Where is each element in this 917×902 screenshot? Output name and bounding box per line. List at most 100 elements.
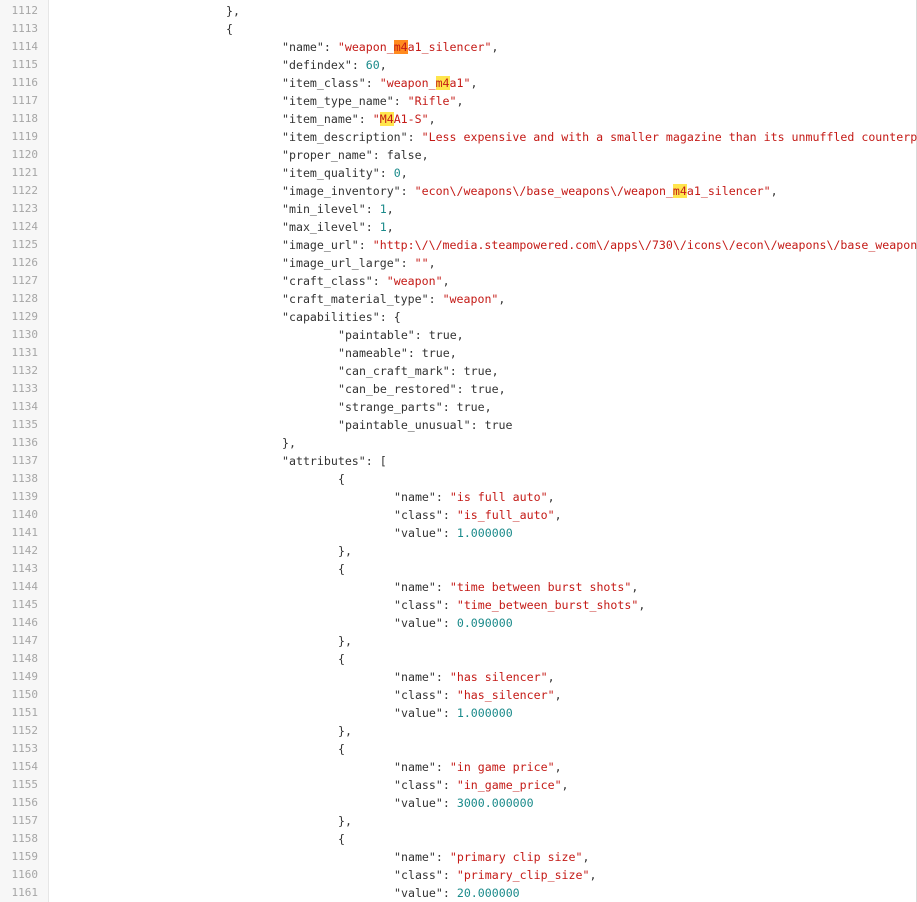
code-line[interactable]: 1161 "value": 20.000000 [0,884,917,902]
code-line[interactable]: 1156 "value": 3000.000000 [0,794,917,812]
json-key: "attributes" [282,454,366,468]
code-line[interactable]: 1112}, [0,2,917,20]
code-line[interactable]: 1150 "class": "has_silencer", [0,686,917,704]
punctuation: : [435,670,450,684]
code-line[interactable]: 1155 "class": "in_game_price", [0,776,917,794]
code-line[interactable]: 1153 { [0,740,917,758]
code-line[interactable]: 1152}, [0,722,917,740]
json-key: "name" [394,580,436,594]
line-code: "craft_class": "weapon", [282,272,450,290]
code-line[interactable]: 1115 "defindex": 60, [0,56,917,74]
punctuation: , [428,256,436,270]
punctuation: : [372,274,387,288]
line-code: "name": "is full auto", [394,488,555,506]
punctuation: , [386,220,394,234]
code-line[interactable]: 1136}, [0,434,917,452]
line-number: 1152 [11,724,39,737]
code-line[interactable]: 1119 "item_description": "Less expensive … [0,128,917,146]
string-value: "econ\/weapons\/base_weapons\/weapon_ [414,184,673,198]
punctuation: }, [338,814,352,828]
punctuation: : [435,580,450,594]
punctuation: , [770,184,778,198]
line-number: 1114 [11,40,39,53]
code-line[interactable]: 1143 { [0,560,917,578]
code-line[interactable]: 1139 "name": "is full auto", [0,488,917,506]
code-line[interactable]: 1127 "craft_class": "weapon", [0,272,917,290]
line-code: "item_quality": 0, [282,164,408,182]
code-line[interactable]: 1129 "capabilities": { [0,308,917,326]
search-match-active: m4 [393,40,408,54]
line-code: "value": 1.000000 [394,524,513,542]
code-line[interactable]: 1134 "strange_parts": true, [0,398,917,416]
code-line[interactable]: 1120 "proper_name": false, [0,146,917,164]
code-line[interactable]: 1146 "value": 0.090000 [0,614,917,632]
code-line[interactable]: 1145 "class": "time_between_burst_shots", [0,596,917,614]
code-line[interactable]: 1142}, [0,542,917,560]
code-line[interactable]: 1114 "name": "weapon_m4a1_silencer", [0,38,917,56]
json-key: "image_url" [282,238,359,252]
code-line[interactable]: 1124 "max_ilevel": 1, [0,218,917,236]
punctuation: : [449,364,464,378]
code-line[interactable]: 1122 "image_inventory": "econ\/weapons\/b… [0,182,917,200]
code-line[interactable]: 1159 "name": "primary clip size", [0,848,917,866]
code-line[interactable]: 1130 "paintable": true, [0,326,917,344]
code-line[interactable]: 1113 { [0,20,917,38]
code-line[interactable]: 1138 { [0,470,917,488]
punctuation: { [226,22,233,36]
code-line[interactable]: 1133 "can_be_restored": true, [0,380,917,398]
line-number: 1133 [11,382,39,395]
code-line[interactable]: 1118 "item_name": "M4A1-S", [0,110,917,128]
code-line[interactable]: 1141 "value": 1.000000 [0,524,917,542]
code-line[interactable]: 1132 "can_craft_mark": true, [0,362,917,380]
code-line[interactable]: 1125 "image_url": "http:\/\/media.steampo… [0,236,917,254]
json-key: "capabilities" [282,310,380,324]
line-code: "paintable": true, [338,326,464,344]
code-lines[interactable]: 1112}, 1113{1114 "name": "weapon_m4a1_sile… [0,2,917,902]
punctuation: : [400,256,415,270]
boolean-value: true [463,364,492,378]
code-line[interactable]: 1149 "name": "has silencer", [0,668,917,686]
line-number: 1134 [11,400,39,413]
code-line[interactable]: 1148 { [0,650,917,668]
code-line[interactable]: 1154 "name": "in game price", [0,758,917,776]
number-value: 1 [379,220,387,234]
code-line[interactable]: 1144 "name": "time between burst shots", [0,578,917,596]
code-line[interactable]: 1140 "class": "is_full_auto", [0,506,917,524]
code-line[interactable]: 1147}, [0,632,917,650]
number-value: 0 [393,166,401,180]
code-line[interactable]: 1160 "class": "primary_clip_size", [0,866,917,884]
line-number: 1139 [11,490,39,503]
code-line[interactable]: 1121 "item_quality": 0, [0,164,917,182]
code-line[interactable]: 1158 { [0,830,917,848]
line-number: 1145 [11,598,39,611]
code-line[interactable]: 1123 "min_ilevel": 1, [0,200,917,218]
code-line[interactable]: 1151 "value": 1.000000 [0,704,917,722]
string-value: " [372,112,380,126]
code-line[interactable]: 1116 "item_class": "weapon_m4a1", [0,74,917,92]
punctuation: , [498,382,506,396]
punctuation: : [400,184,415,198]
punctuation: : [414,328,429,342]
string-value: "Less expensive and with a smaller magaz… [421,130,917,144]
code-line[interactable]: 1126 "image_url_large": "", [0,254,917,272]
code-line[interactable]: 1137 "attributes": [ [0,452,917,470]
punctuation: : [428,292,443,306]
string-value: "primary_clip_size" [456,868,590,882]
line-number: 1136 [11,436,39,449]
code-viewer[interactable]: 1112}, 1113{1114 "name": "weapon_m4a1_sile… [0,0,917,902]
code-line[interactable]: 1128 "craft_material_type": "weapon", [0,290,917,308]
json-key: "name" [282,40,324,54]
string-value: "weapon_ [379,76,436,90]
code-line[interactable]: 1131 "nameable": true, [0,344,917,362]
punctuation: : [435,760,450,774]
json-key: "nameable" [338,346,408,360]
code-line[interactable]: 1157}, [0,812,917,830]
punctuation: , [428,112,436,126]
code-line[interactable]: 1135 "paintable_unusual": true [0,416,917,434]
punctuation: : [ [365,454,387,468]
punctuation: , [484,400,492,414]
code-line[interactable]: 1117 "item_type_name": "Rifle", [0,92,917,110]
line-number: 1121 [11,166,39,179]
punctuation: : [442,400,457,414]
line-code: "class": "has_silencer", [394,686,562,704]
